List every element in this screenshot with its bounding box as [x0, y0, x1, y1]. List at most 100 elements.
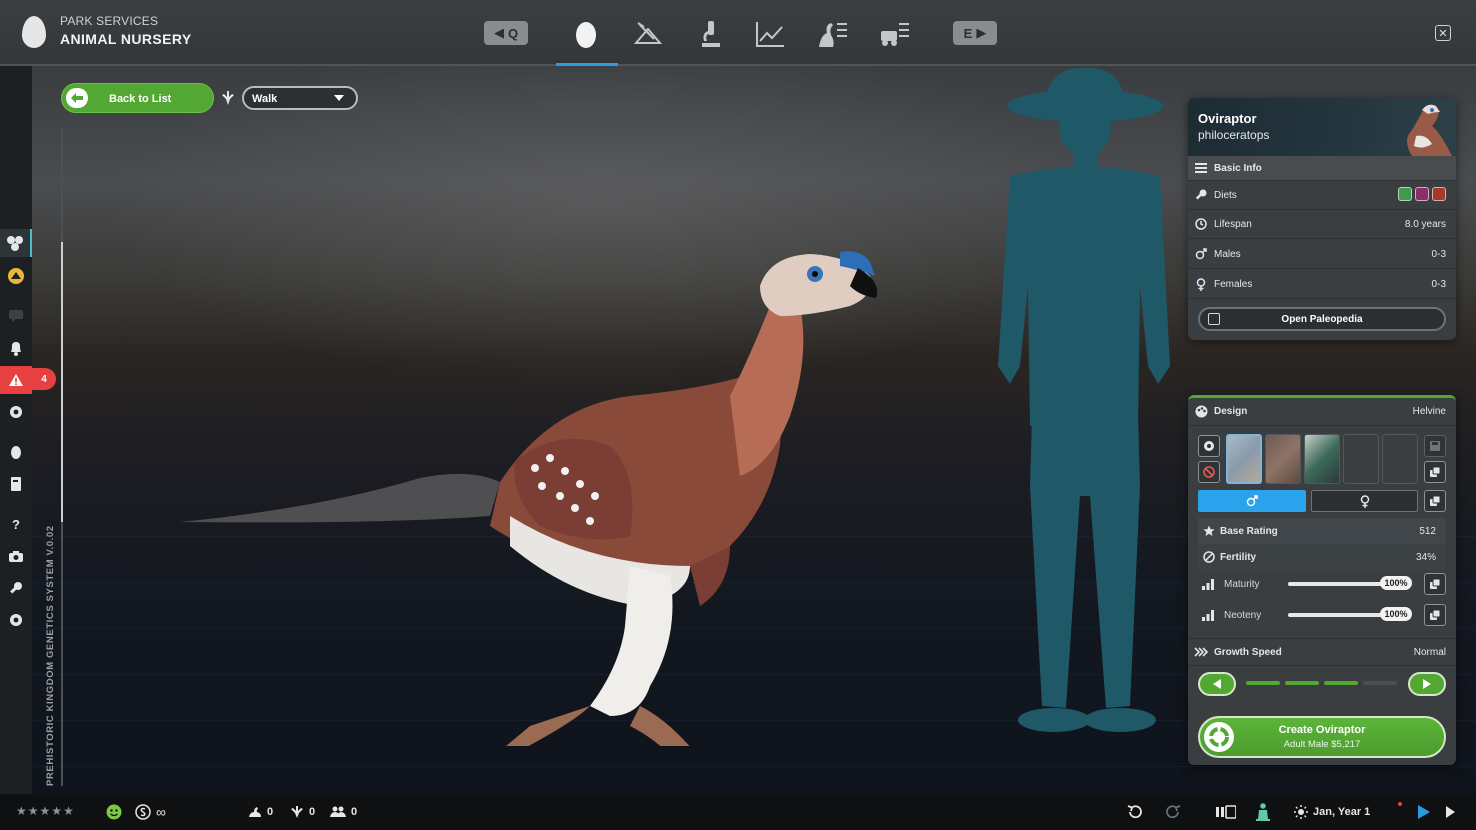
- group-icon: [330, 806, 346, 817]
- staff-indicator[interactable]: 0: [330, 794, 357, 830]
- randomize-sex-button[interactable]: [1424, 490, 1446, 512]
- cog-icon: [10, 614, 22, 626]
- maturity-slider[interactable]: [1288, 582, 1394, 586]
- close-button[interactable]: ✕: [1435, 25, 1451, 41]
- design-panel: Design Helvine Base Rating 512 Fertility…: [1188, 395, 1456, 765]
- males-label: Males: [1214, 248, 1241, 260]
- growth-decrease-button[interactable]: [1198, 672, 1236, 696]
- tab-animal-list[interactable]: [810, 12, 854, 56]
- warning-icon: [9, 374, 23, 386]
- rail-camera-button[interactable]: [0, 542, 32, 570]
- human-scale-silhouette: [998, 67, 1170, 732]
- tab-research[interactable]: [688, 12, 732, 56]
- rail-research-button[interactable]: [0, 398, 32, 426]
- randomize-maturity-button[interactable]: [1424, 573, 1446, 595]
- pattern-slot-2[interactable]: [1265, 434, 1301, 484]
- growth-level-dash: [1363, 681, 1397, 685]
- info-row-diets: Diets: [1188, 181, 1456, 210]
- rail-genetics-button[interactable]: [0, 229, 32, 257]
- rail-settings-button[interactable]: [0, 606, 32, 634]
- tab-excavation[interactable]: [626, 12, 670, 56]
- rail-messages-button[interactable]: [0, 302, 32, 330]
- rail-nursery-button[interactable]: [0, 438, 32, 466]
- prev-tab-button[interactable]: ◀ Q: [484, 21, 528, 45]
- bell-icon: [11, 342, 21, 356]
- rating-star-icon: ★: [51, 804, 64, 818]
- randomize-pattern-button[interactable]: [1424, 461, 1446, 483]
- hexagons-icon: [7, 236, 23, 251]
- pattern-slot-5[interactable]: [1382, 434, 1418, 484]
- save-design-button[interactable]: [1424, 435, 1446, 457]
- base-rating-value: 512: [1419, 525, 1436, 537]
- arrow-left-icon: [66, 88, 88, 108]
- play-icon: [1418, 805, 1430, 819]
- growth-increase-button[interactable]: [1408, 672, 1446, 696]
- camera-icon: [9, 550, 23, 562]
- dice-icon: [1430, 466, 1441, 477]
- neoteny-value[interactable]: 100%: [1380, 607, 1412, 621]
- next-tab-button[interactable]: E ▶: [953, 21, 997, 45]
- date-display[interactable]: Jan, Year 1: [1294, 794, 1370, 830]
- animals-indicator[interactable]: 0: [248, 794, 273, 830]
- star-icon: [1203, 525, 1215, 536]
- egg-icon: [11, 446, 21, 459]
- notification-dot: [1398, 802, 1402, 806]
- dinosaur-model: [180, 251, 878, 746]
- rating-star-icon: ★: [27, 804, 40, 818]
- back-to-list-button[interactable]: Back to List: [61, 83, 214, 113]
- fertility-value: 34%: [1415, 551, 1436, 563]
- redo-button[interactable]: [1164, 794, 1182, 830]
- tab-statistics[interactable]: [748, 12, 792, 56]
- active-tab-indicator: [556, 63, 618, 66]
- pattern-slot-1[interactable]: [1226, 434, 1262, 484]
- redo-icon: [1166, 805, 1181, 819]
- rail-notifications-button[interactable]: [0, 334, 32, 362]
- drumstick-icon: [1195, 189, 1207, 200]
- zoo-view-button[interactable]: [1216, 794, 1236, 830]
- rail-book-button[interactable]: [0, 470, 32, 498]
- money-indicator[interactable]: ∞: [135, 794, 166, 830]
- play-button[interactable]: [1418, 794, 1430, 830]
- species-info-panel: Oviraptor philoceratops Basic Info Diets…: [1188, 98, 1456, 340]
- undo-button[interactable]: [1126, 794, 1144, 830]
- sex-male-toggle[interactable]: [1198, 490, 1306, 512]
- prev-key-label: Q: [507, 25, 519, 41]
- date-value: Jan, Year 1: [1313, 806, 1371, 818]
- guests-indicator[interactable]: 0: [290, 794, 315, 830]
- basic-info-label: Basic Info: [1214, 162, 1262, 174]
- fast-forward-button[interactable]: [1446, 794, 1455, 830]
- tab-vehicle-list[interactable]: [872, 12, 916, 56]
- design-settings-button[interactable]: [1198, 435, 1220, 457]
- rail-habitat-button[interactable]: [0, 262, 32, 290]
- rail-tools-button[interactable]: [0, 574, 32, 602]
- growth-speed-value: Normal: [1413, 646, 1446, 658]
- animation-select[interactable]: Walk: [242, 86, 358, 110]
- maturity-value[interactable]: 100%: [1380, 576, 1412, 590]
- pattern-slot-4[interactable]: [1343, 434, 1379, 484]
- fertility-row: Fertility 34%: [1198, 544, 1446, 570]
- guest-view-button[interactable]: [1256, 794, 1270, 830]
- tab-nursery[interactable]: [564, 12, 608, 56]
- rail-alerts-button[interactable]: [0, 366, 32, 394]
- book-icon: [11, 477, 21, 491]
- species-header: Oviraptor philoceratops: [1188, 98, 1456, 156]
- undo-icon: [1127, 805, 1142, 819]
- create-animal-button[interactable]: Create Oviraptor Adult Male $5,217: [1198, 716, 1446, 758]
- open-paleopedia-button[interactable]: Open Paleopedia: [1198, 307, 1446, 331]
- save-icon: [1430, 441, 1440, 451]
- diet-meat-icon: [1432, 186, 1446, 201]
- happiness-indicator[interactable]: [106, 794, 122, 830]
- play-left-icon: [1213, 679, 1221, 689]
- staff-count: 0: [351, 806, 358, 818]
- rail-help-button[interactable]: ?: [0, 510, 32, 538]
- sex-female-toggle[interactable]: [1311, 490, 1418, 512]
- currency-icon: [135, 804, 151, 820]
- neoteny-row: Neoteny 100%: [1198, 601, 1446, 629]
- randomize-neoteny-button[interactable]: [1424, 604, 1446, 626]
- pattern-slot-3[interactable]: [1304, 434, 1340, 484]
- habitat-icon: [8, 268, 24, 284]
- chart-line-icon: [756, 22, 784, 47]
- bottom-bar: ★★★★★ ∞ 0 0 0 Jan, Year 1: [0, 794, 1476, 830]
- design-reset-button[interactable]: [1198, 461, 1220, 483]
- neoteny-slider[interactable]: [1288, 613, 1394, 617]
